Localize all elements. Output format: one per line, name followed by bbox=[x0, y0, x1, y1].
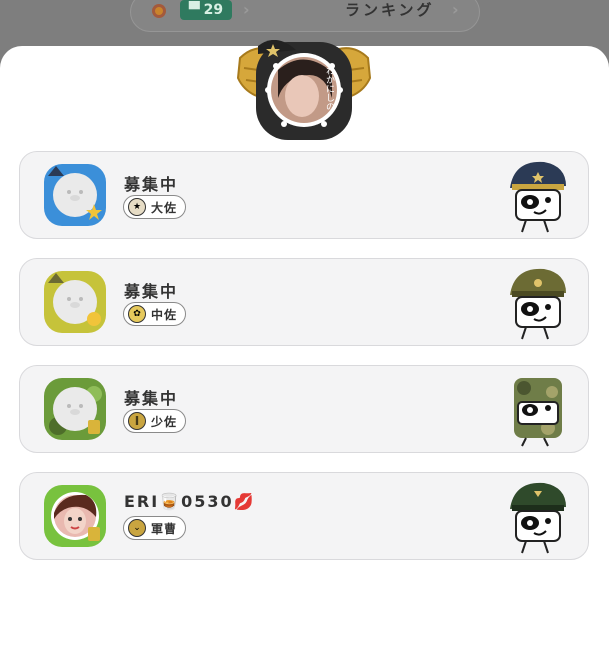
rank-label: 大佐 bbox=[151, 200, 178, 215]
flower-icon: ✿ bbox=[128, 305, 146, 323]
ranking-label: ランキング bbox=[345, 1, 435, 19]
member-thumbnail bbox=[44, 485, 106, 547]
mascot-officer bbox=[510, 482, 566, 554]
mascot-officer bbox=[510, 161, 566, 233]
chevron-right-icon[interactable]: › bbox=[243, 0, 250, 19]
member-name: 募集中 bbox=[124, 389, 179, 408]
member-card[interactable]: 募集中 ‖ 少佐 bbox=[19, 365, 589, 453]
level-badge: ▀ 29 bbox=[180, 0, 232, 20]
rank-badge: ★ 大佐 bbox=[123, 195, 187, 219]
medal-icon bbox=[152, 4, 166, 18]
profile-avatar-overlay: わかにしの bbox=[324, 66, 335, 111]
profile-avatar bbox=[236, 40, 372, 140]
member-name: ERI🥃0530💋 bbox=[124, 492, 256, 511]
rank-badge: ✿ 中佐 bbox=[123, 302, 187, 326]
level-value: 29 bbox=[203, 2, 224, 18]
mascot-officer bbox=[510, 268, 566, 340]
member-card[interactable]: 募集中 ✿ 中佐 bbox=[19, 258, 589, 346]
rank-badge: ⌄ 軍曹 bbox=[123, 516, 187, 540]
chevron-right-icon[interactable]: › bbox=[452, 0, 459, 19]
member-card[interactable]: ERI🥃0530💋 ⌄ 軍曹 bbox=[19, 472, 589, 560]
star-icon: ★ bbox=[128, 198, 146, 216]
avatar-overlay-text: わかにしの bbox=[324, 66, 335, 111]
member-name: 募集中 bbox=[124, 175, 179, 194]
member-thumbnail bbox=[44, 378, 106, 440]
rank-badge: ‖ 少佐 bbox=[123, 409, 187, 433]
member-thumbnail bbox=[44, 271, 106, 333]
mascot-officer bbox=[514, 378, 562, 447]
member-card[interactable]: 募集中 ★ 大佐 bbox=[19, 151, 589, 239]
member-name: 募集中 bbox=[124, 282, 179, 301]
rank-label: 少佐 bbox=[151, 414, 178, 429]
bars-icon: ‖ bbox=[128, 412, 146, 430]
rank-label: 軍曹 bbox=[151, 521, 178, 536]
member-thumbnail bbox=[44, 164, 106, 226]
chevron-icon: ⌄ bbox=[128, 519, 146, 537]
cake-icon: ▀ bbox=[188, 2, 200, 18]
rank-label: 中佐 bbox=[151, 307, 178, 322]
